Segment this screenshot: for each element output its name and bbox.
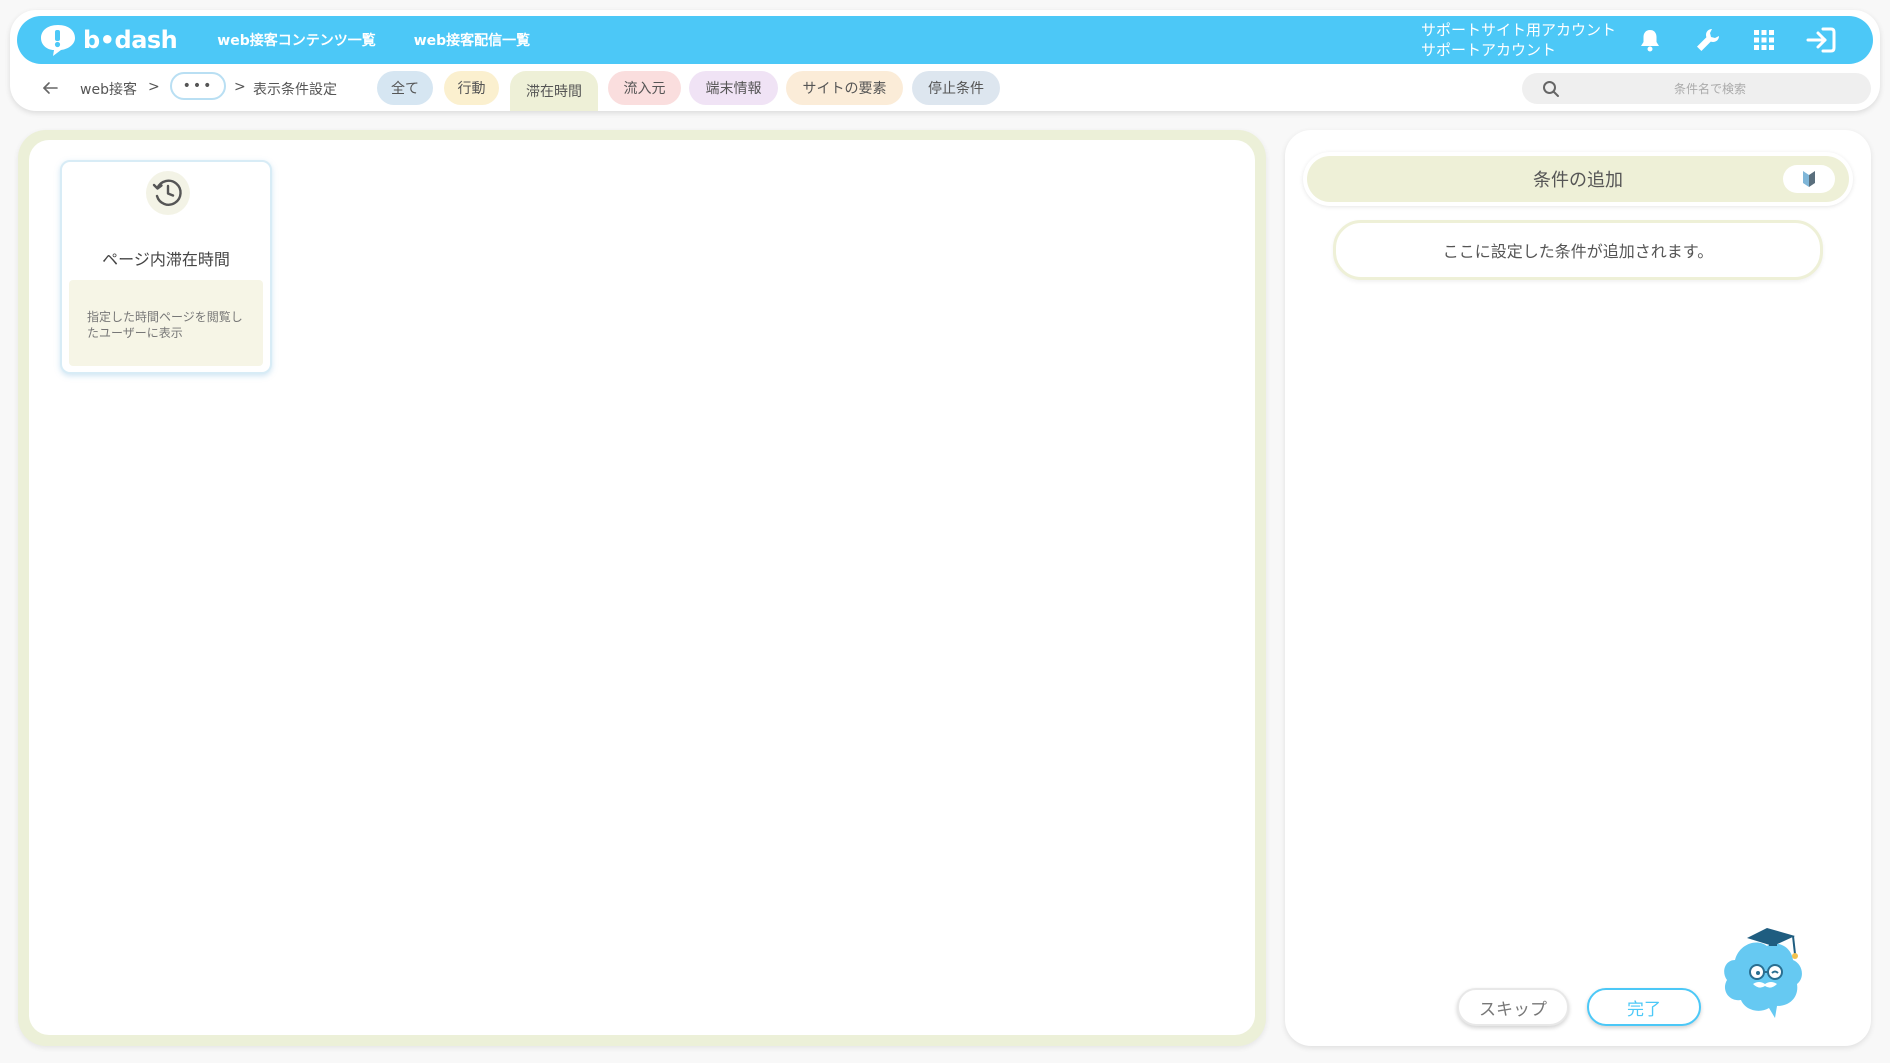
beginner-mode-toggle[interactable] [1783, 165, 1835, 193]
skip-button[interactable]: スキップ [1457, 988, 1569, 1026]
condition-list-panel: ページ内滞在時間 指定した時間ページを閲覧したユーザーに表示 [18, 130, 1266, 1046]
card-description: 指定した時間ページを閲覧したユーザーに表示 [69, 280, 263, 366]
top-bar: b•dash web接客コンテンツ一覧 web接客配信一覧 サポートサイト用アカ… [17, 16, 1873, 64]
done-button[interactable]: 完了 [1587, 988, 1701, 1026]
condition-list-area: ページ内滞在時間 指定した時間ページを閲覧したユーザーに表示 [29, 140, 1255, 1035]
header-card: b•dash web接客コンテンツ一覧 web接客配信一覧 サポートサイト用アカ… [10, 10, 1880, 111]
condition-add-title: 条件の追加 [1533, 170, 1623, 191]
breadcrumb-separator: > [234, 79, 246, 95]
bell-icon[interactable] [1634, 24, 1666, 56]
tab-stop-condition[interactable]: 停止条件 [912, 71, 1000, 105]
nav-web-content-list[interactable]: web接客コンテンツ一覧 [217, 30, 375, 50]
breadcrumb-current: 表示条件設定 [253, 82, 337, 98]
breadcrumb-root[interactable]: web接客 [80, 79, 137, 99]
card-title: ページ内滞在時間 [102, 250, 230, 269]
logo[interactable]: b•dash [39, 16, 178, 64]
condition-add-header-bar: 条件の追加 [1307, 156, 1849, 202]
logo-bubble-icon [41, 25, 75, 56]
tab-all[interactable]: 全て [377, 71, 433, 105]
back-arrow-icon[interactable] [38, 76, 62, 100]
beginner-mark-icon [1803, 171, 1815, 187]
tab-action[interactable]: 行動 [444, 71, 499, 105]
tab-referrer[interactable]: 流入元 [608, 71, 681, 105]
condition-card-stay-time[interactable]: ページ内滞在時間 指定した時間ページを閲覧したユーザーに表示 [60, 160, 272, 374]
breadcrumb-more-button[interactable]: ••• [170, 72, 226, 100]
account-line1: サポートサイト用アカウント [1421, 21, 1617, 39]
clock-history-icon [146, 171, 190, 215]
search-icon [1543, 80, 1559, 97]
condition-drop-zone[interactable]: ここに設定した条件が追加されます。 [1333, 220, 1823, 280]
condition-add-panel: 条件の追加 ここに設定した条件が追加されます。 スキップ 完了 [1285, 130, 1871, 1046]
grid-menu-icon[interactable] [1748, 24, 1780, 56]
search-input[interactable] [1560, 81, 1860, 96]
tab-site-element[interactable]: サイトの要素 [786, 71, 903, 105]
wrench-icon[interactable] [1692, 24, 1724, 56]
breadcrumb-separator: > [148, 79, 160, 95]
condition-add-header: 条件の追加 [1303, 152, 1853, 206]
account-line2: サポートアカウント [1421, 41, 1557, 59]
nav-web-delivery-list[interactable]: web接客配信一覧 [414, 30, 530, 50]
mascot-icon [1724, 928, 1802, 1018]
tab-device-info[interactable]: 端末情報 [689, 71, 778, 105]
search-box [1522, 73, 1871, 104]
logout-icon[interactable] [1805, 24, 1837, 56]
logo-text: b•dash [83, 26, 178, 54]
tab-stay-time[interactable]: 滞在時間 [510, 71, 598, 111]
sub-bar: web接客 > ••• > 表示条件設定 全て 行動 滞在時間 流入元 端末情報… [10, 66, 1880, 111]
account-info[interactable]: サポートサイト用アカウント サポートアカウント [1421, 20, 1616, 60]
